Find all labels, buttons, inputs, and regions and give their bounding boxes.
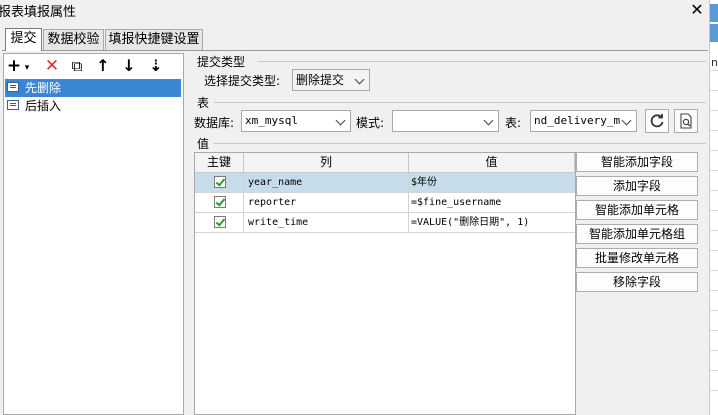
background-grid-line	[710, 270, 718, 271]
primary-key-checkbox[interactable]	[214, 196, 226, 208]
database-label: 数据库:	[194, 116, 235, 130]
database-value: xm_mysql	[245, 114, 298, 127]
background-grid-line	[710, 90, 718, 91]
table-row[interactable]: reporter =$fine_username	[195, 193, 575, 213]
add-icon[interactable]: +	[6, 56, 22, 76]
background-grid-line	[710, 310, 718, 311]
schema-label: 模式:	[356, 116, 385, 130]
schema-select[interactable]	[392, 110, 499, 132]
group-divider	[214, 143, 706, 144]
background-grid-line	[710, 370, 718, 371]
column-cell[interactable]: reporter	[244, 193, 409, 212]
background-text: no	[711, 56, 718, 69]
background-window-edge: no	[709, 0, 718, 415]
submit-type-value: 删除提交	[296, 73, 345, 87]
chevron-down-icon[interactable]	[352, 71, 368, 89]
table-row[interactable]: write_time =VALUE("删除日期", 1)	[195, 213, 575, 233]
add-field-button[interactable]: 添加字段	[576, 176, 698, 196]
background-grid-line	[710, 190, 718, 191]
chevron-down-icon[interactable]	[333, 112, 349, 130]
value-cell[interactable]: =VALUE("删除日期", 1)	[409, 213, 575, 232]
tab-shortcut-settings[interactable]: 填报快捷键设置	[105, 29, 203, 50]
delete-icon[interactable]: ✕	[42, 56, 62, 76]
submit-type-select[interactable]: 删除提交	[292, 69, 370, 91]
table-label: 表:	[505, 116, 522, 130]
table-group-label: 表	[197, 96, 210, 110]
smart-add-field-button[interactable]: 智能添加字段	[576, 152, 698, 172]
refresh-icon	[650, 114, 664, 128]
document-search-icon	[680, 113, 692, 129]
background-grid-line	[710, 130, 718, 131]
tree-item-delete-first[interactable]: 先删除	[5, 79, 181, 97]
tab-submit[interactable]: 提交	[5, 28, 42, 51]
background-highlight-block	[710, 24, 718, 42]
preview-button[interactable]	[674, 109, 698, 133]
title-bar	[0, 0, 718, 22]
background-grid-line	[710, 70, 718, 71]
value-cell[interactable]: =$fine_username	[409, 193, 575, 212]
window-title: 报表填报属性	[0, 5, 77, 20]
sort-icon[interactable]: ⇣	[146, 56, 166, 76]
group-divider	[214, 102, 706, 103]
value-cell[interactable]: $年份	[409, 173, 575, 192]
table-select[interactable]: nd_delivery_m	[530, 110, 637, 132]
table-icon	[7, 82, 19, 92]
close-icon[interactable]: ✕	[688, 1, 706, 19]
batch-modify-cells-button[interactable]: 批量修改单元格	[576, 248, 698, 268]
background-grid-line	[710, 110, 718, 111]
column-header-value[interactable]: 值	[409, 153, 575, 173]
background-grid-line	[710, 250, 718, 251]
tree-item-insert-after[interactable]: 后插入	[5, 97, 181, 115]
submit-type-label: 选择提交类型:	[204, 74, 281, 88]
background-grid-line	[710, 210, 718, 211]
smart-add-cell-group-button[interactable]: 智能添加单元格组	[576, 224, 698, 244]
column-cell[interactable]: write_time	[244, 213, 409, 232]
chevron-down-icon[interactable]	[481, 112, 497, 130]
chevron-down-icon[interactable]	[619, 112, 635, 130]
copy-icon[interactable]: ⧉	[67, 56, 87, 76]
submit-type-group-label: 提交类型	[197, 55, 246, 69]
background-grid-line	[710, 170, 718, 171]
key-cell	[195, 173, 244, 192]
background-grid-line	[710, 290, 718, 291]
smart-add-cell-button[interactable]: 智能添加单元格	[576, 200, 698, 220]
column-cell[interactable]: year_name	[244, 173, 409, 192]
database-select[interactable]: xm_mysql	[241, 110, 351, 132]
group-divider	[258, 61, 706, 62]
move-up-icon[interactable]: ↑	[93, 56, 113, 76]
background-grid-line	[710, 150, 718, 151]
column-header-column[interactable]: 列	[244, 153, 409, 173]
column-header-key[interactable]: 主键	[195, 153, 244, 173]
background-grid-line	[710, 230, 718, 231]
primary-key-checkbox[interactable]	[214, 216, 226, 228]
tree-item-label: 后插入	[25, 99, 62, 113]
table-row[interactable]: year_name $年份	[195, 173, 575, 193]
value-group-label: 值	[197, 137, 210, 151]
remove-field-button[interactable]: 移除字段	[576, 272, 698, 292]
primary-key-checkbox[interactable]	[214, 176, 226, 188]
move-down-icon[interactable]: ↓	[119, 56, 139, 76]
tree-item-label: 先删除	[25, 81, 62, 95]
chevron-down-icon[interactable]: ▾	[21, 58, 33, 78]
table-icon	[7, 100, 19, 110]
background-highlight-block	[710, 4, 718, 22]
background-grid-line	[710, 330, 718, 331]
tab-data-validation[interactable]: 数据校验	[43, 29, 104, 50]
field-table: 主键 列 值 year_name $年份 reporter =$fine_use…	[194, 152, 576, 415]
key-cell	[195, 193, 244, 212]
background-grid-line	[710, 390, 718, 391]
background-grid-line	[710, 350, 718, 351]
refresh-button[interactable]	[645, 109, 669, 133]
table-value: nd_delivery_m	[534, 114, 621, 127]
key-cell	[195, 213, 244, 232]
